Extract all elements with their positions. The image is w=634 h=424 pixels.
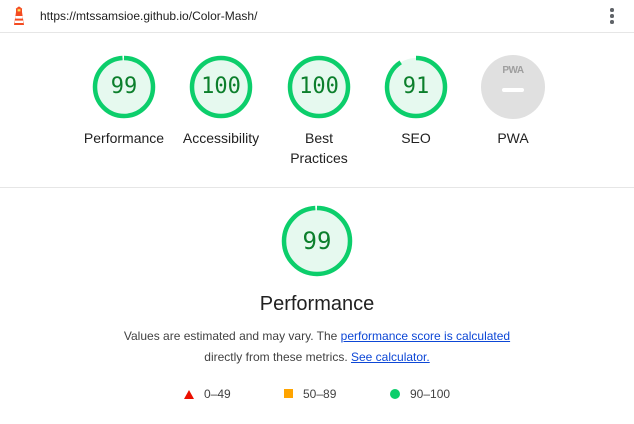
gauge-label: Accessibility	[182, 130, 260, 146]
desc-text: Values are estimated and may vary. The	[123, 329, 341, 343]
gauge-performance[interactable]: 99 Performance	[69, 55, 179, 148]
score-calculated-link[interactable]: performance score is calculated	[341, 329, 510, 343]
more-options-menu-icon[interactable]	[608, 8, 616, 26]
green-circle-icon	[390, 389, 400, 399]
score-value: 100	[201, 74, 241, 99]
legend-pass: 90–100	[390, 386, 450, 402]
pwa-badge-icon: PWA	[481, 55, 545, 119]
performance-score-ring: 99	[281, 205, 353, 277]
performance-title: Performance	[259, 293, 375, 315]
top-bar: https://mtssamsioe.github.io/Color-Mash/	[0, 0, 634, 33]
gauge-seo[interactable]: 91 SEO	[361, 55, 471, 148]
performance-score-value: 99	[302, 227, 332, 255]
score-value: 91	[402, 74, 430, 99]
desc-text-2: directly from these metrics.	[204, 350, 348, 364]
performance-description: Values are estimated and may vary. The p…	[0, 326, 634, 368]
legend-range: 90–100	[410, 387, 451, 401]
report-url[interactable]: https://mtssamsioe.github.io/Color-Mash/	[40, 9, 257, 23]
gauge-pwa[interactable]: PWA PWA	[458, 55, 568, 148]
gauge-accessibility[interactable]: 100 Accessibility	[166, 55, 276, 148]
score-value: 100	[299, 74, 339, 99]
pwa-dash	[502, 88, 524, 92]
gauge-label: PWA	[497, 130, 529, 146]
gauge-label: Performance	[83, 130, 165, 146]
gauge-best-practices[interactable]: 100 Best Practices	[264, 55, 374, 168]
see-calculator-link[interactable]: See calculator.	[351, 350, 430, 364]
score-gauges: 99 Performance 100 Accessibility 100 Bes…	[0, 33, 634, 188]
legend-fail: 0–49	[184, 386, 231, 402]
red-triangle-icon	[184, 390, 194, 399]
legend-average: 50–89	[284, 386, 336, 402]
score-ring: 100	[189, 55, 253, 119]
gauge-label: SEO	[401, 130, 431, 146]
legend-range: 0–49	[204, 387, 231, 401]
score-ring: 91	[384, 55, 448, 119]
orange-square-icon	[284, 389, 293, 398]
legend-range: 50–89	[303, 387, 337, 401]
score-value: 99	[110, 74, 138, 99]
performance-detail: 99 Performance Values are estimated and …	[0, 205, 634, 368]
lighthouse-logo-icon	[14, 6, 24, 25]
pwa-badge-text: PWA	[502, 65, 524, 76]
score-ring: 100	[287, 55, 351, 119]
gauge-label: Best Practices	[290, 130, 348, 166]
score-ring: 99	[92, 55, 156, 119]
